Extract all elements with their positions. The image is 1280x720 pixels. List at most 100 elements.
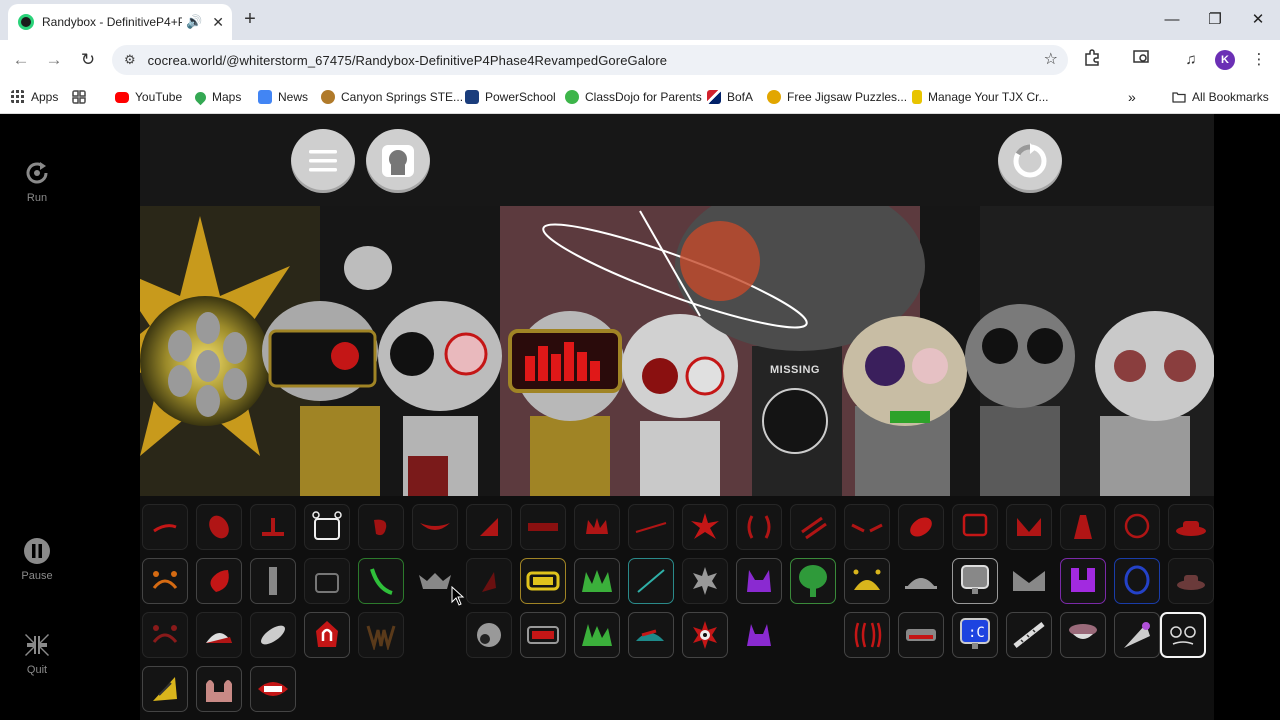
active-tab[interactable]: Randybox - DefinitiveP4+Pl 🔊 ✕ [8, 4, 232, 40]
sound-slot-r3-16[interactable]: :C [952, 612, 998, 658]
sound-slot-r2-5[interactable] [358, 558, 404, 604]
run-button[interactable]: Run [10, 158, 64, 204]
sound-slot-r3-15[interactable] [898, 612, 944, 658]
site-info-icon[interactable]: ⚙ [124, 52, 136, 68]
bookmark-youtube[interactable]: YouTube [115, 88, 182, 106]
sound-slot-r2-2[interactable] [196, 558, 242, 604]
sound-slot-r1-3[interactable] [250, 504, 296, 550]
media-control-icon[interactable]: ♫ [1179, 48, 1203, 72]
sound-slot-r2-1[interactable] [142, 558, 188, 604]
bookmark-maps[interactable]: Maps [192, 88, 241, 106]
sound-slot-r1-20[interactable] [1168, 504, 1214, 550]
tab-search-icon[interactable] [1129, 48, 1153, 72]
sound-slot-r1-19[interactable] [1114, 504, 1160, 550]
sound-slot-r4-2[interactable] [196, 666, 242, 712]
menu-button[interactable] [291, 129, 355, 193]
sound-slot-r2-18[interactable] [1060, 558, 1106, 604]
sound-slot-r1-17[interactable] [1006, 504, 1052, 550]
bookmark-tjx[interactable]: Manage Your TJX Cr... [912, 88, 1049, 106]
bookmark-apps[interactable]: Apps [11, 88, 58, 106]
sound-slot-r1-10[interactable] [628, 504, 674, 550]
sound-slot-r3-4[interactable] [304, 612, 350, 658]
sound-slot-r3-18[interactable] [1060, 612, 1106, 658]
sound-slot-r1-16[interactable] [952, 504, 998, 550]
blue-hood-sound-icon [1124, 565, 1150, 595]
sound-slot-r3-1[interactable] [142, 612, 188, 658]
sound-slot-r1-7[interactable] [466, 504, 512, 550]
quit-button[interactable]: Quit [10, 630, 64, 676]
url-text[interactable]: cocrea.world/@whiterstorm_67475/Randybox… [148, 53, 668, 68]
bookmark-news[interactable]: News [258, 88, 308, 106]
sound-slot-r2-8[interactable] [520, 558, 566, 604]
sound-slot-r1-4[interactable] [304, 504, 350, 550]
more-menu-icon[interactable]: ⋮ [1247, 48, 1271, 72]
sound-slot-r3-7[interactable] [466, 612, 512, 658]
sound-slot-r2-3[interactable] [250, 558, 296, 604]
profile-avatar[interactable]: K [1215, 50, 1235, 70]
sound-slot-r1-11[interactable] [682, 504, 728, 550]
sound-slot-r1-1[interactable] [142, 504, 188, 550]
speaker-icon[interactable]: 🔊 [186, 14, 202, 30]
pause-button[interactable]: Pause [10, 536, 64, 582]
sound-slot-r1-2[interactable] [196, 504, 242, 550]
tjx-icon [912, 90, 922, 104]
more-bookmarks-chevron-icon[interactable]: » [1128, 88, 1136, 106]
sound-slot-r2-16[interactable] [952, 558, 998, 604]
sound-slot-r1-12[interactable] [736, 504, 782, 550]
sound-slot-r2-9[interactable] [574, 558, 620, 604]
character-view-button[interactable] [366, 129, 430, 193]
bookmark-canyon-springs[interactable]: Canyon Springs STE... [321, 88, 463, 106]
sound-slot-r3-19[interactable] [1114, 612, 1160, 658]
sound-slot-r2-19[interactable] [1114, 558, 1160, 604]
sound-slot-r2-12[interactable] [736, 558, 782, 604]
bookmark-star-icon[interactable]: ☆ [1044, 49, 1058, 69]
sound-slot-r1-13[interactable] [790, 504, 836, 550]
tab-groups-button[interactable] [72, 88, 92, 106]
sound-slot-r2-15[interactable] [898, 558, 944, 604]
sound-slot-r2-7[interactable] [466, 558, 512, 604]
tab-close-icon[interactable]: ✕ [212, 14, 224, 31]
sound-slot-r2-11[interactable] [682, 558, 728, 604]
sound-slot-r1-9[interactable] [574, 504, 620, 550]
window-close-icon[interactable]: ✕ [1236, 6, 1280, 34]
sound-slot-r3-2[interactable] [196, 612, 242, 658]
sound-slot-r2-20[interactable] [1168, 558, 1214, 604]
sound-slot-r2-14[interactable] [844, 558, 890, 604]
extensions-puzzle-icon[interactable] [1080, 48, 1104, 72]
bookmark-powerschool[interactable]: PowerSchool [465, 88, 556, 106]
new-tab-button[interactable]: + [238, 8, 262, 32]
restore-icon[interactable]: ❐ [1193, 6, 1237, 34]
sound-slot-r1-5[interactable] [358, 504, 404, 550]
bookmark-classdojo[interactable]: ClassDojo for Parents [565, 88, 702, 106]
sound-slot-r3-5[interactable] [358, 612, 404, 658]
sound-slot-r2-13[interactable] [790, 558, 836, 604]
forward-arrow-icon[interactable]: → [40, 46, 68, 74]
sound-slot-r3-20[interactable] [1160, 612, 1206, 658]
sound-slot-r1-8[interactable] [520, 504, 566, 550]
sound-slot-r3-10[interactable] [628, 612, 674, 658]
reload-icon[interactable]: ↻ [74, 46, 102, 74]
sound-slot-r4-1[interactable] [142, 666, 188, 712]
sound-slot-r3-11[interactable] [682, 612, 728, 658]
sound-slot-r3-9[interactable] [574, 612, 620, 658]
sound-slot-r3-17[interactable] [1006, 612, 1052, 658]
address-bar[interactable]: ⚙ cocrea.world/@whiterstorm_67475/Randyb… [112, 45, 1068, 75]
sound-slot-r3-3[interactable] [250, 612, 296, 658]
reset-button[interactable] [998, 129, 1062, 193]
sound-slot-r1-6[interactable] [412, 504, 458, 550]
bookmark-bofa[interactable]: BofA [707, 88, 753, 106]
sound-slot-r3-8[interactable] [520, 612, 566, 658]
all-bookmarks-button[interactable]: All Bookmarks [1172, 88, 1269, 106]
sound-slot-r4-3[interactable] [250, 666, 296, 712]
back-arrow-icon[interactable]: ← [7, 46, 35, 74]
minimize-icon[interactable]: — [1150, 6, 1194, 34]
bookmark-jigsaw[interactable]: Free Jigsaw Puzzles... [767, 88, 907, 106]
sound-slot-r2-17[interactable] [1006, 558, 1052, 604]
sound-slot-r1-14[interactable] [844, 504, 890, 550]
sound-slot-r3-14[interactable] [844, 612, 890, 658]
sound-slot-r2-10[interactable] [628, 558, 674, 604]
sound-slot-r1-15[interactable] [898, 504, 944, 550]
sound-slot-r1-18[interactable] [1060, 504, 1106, 550]
sound-slot-r3-12[interactable] [736, 612, 782, 658]
sound-slot-r2-4[interactable] [304, 558, 350, 604]
